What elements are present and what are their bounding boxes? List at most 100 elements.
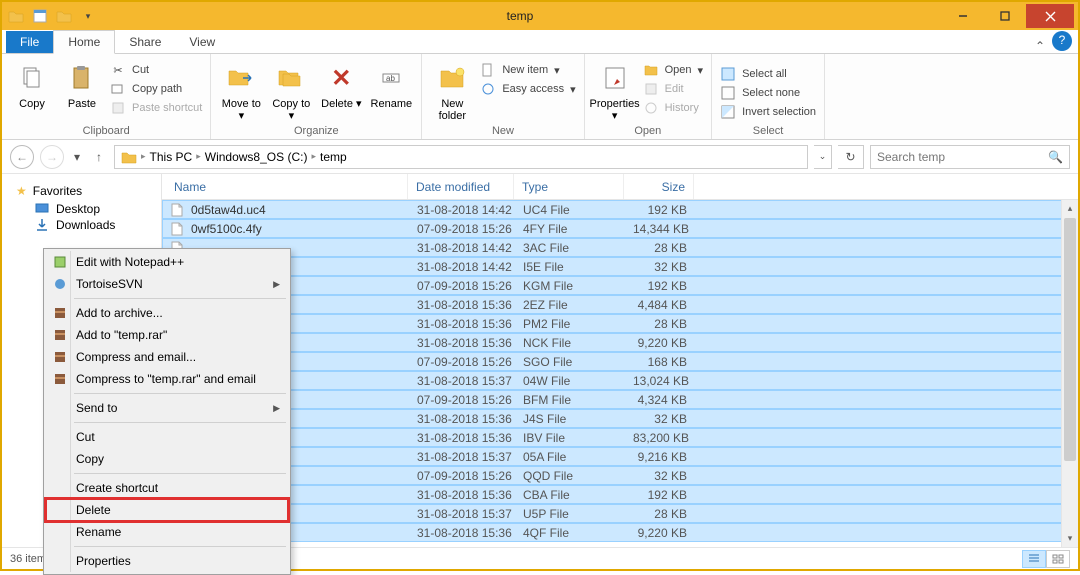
icons-view-button[interactable] bbox=[1046, 550, 1070, 568]
ctx-compress-temp-email[interactable]: Compress to "temp.rar" and email bbox=[46, 368, 288, 390]
ctx-cut[interactable]: Cut bbox=[46, 426, 288, 448]
select-none-button[interactable]: Select none bbox=[720, 85, 816, 101]
paste-button[interactable]: Paste bbox=[60, 58, 104, 110]
file-row[interactable]: 31-08-2018 14:42I5E File32 KB bbox=[162, 257, 1078, 276]
window-title: temp bbox=[98, 9, 942, 23]
ctx-properties[interactable]: Properties bbox=[46, 550, 288, 572]
invert-selection-button[interactable]: Invert selection bbox=[720, 104, 816, 120]
vertical-scrollbar[interactable]: ▴ ▾ bbox=[1061, 200, 1078, 547]
scroll-thumb[interactable] bbox=[1064, 218, 1076, 461]
ribbon-group-new: New folder New item ▾ Easy access ▾ New bbox=[422, 54, 584, 139]
ctx-create-shortcut[interactable]: Create shortcut bbox=[46, 477, 288, 499]
file-tab[interactable]: File bbox=[6, 31, 53, 53]
favorites-group[interactable]: ★Favorites bbox=[16, 184, 157, 198]
column-date[interactable]: Date modified bbox=[408, 174, 514, 199]
search-icon: 🔍 bbox=[1048, 150, 1063, 164]
ctx-tortoisesvn[interactable]: TortoiseSVN▶ bbox=[46, 273, 288, 295]
new-folder-icon[interactable] bbox=[54, 6, 74, 26]
back-button[interactable]: ← bbox=[10, 145, 34, 169]
properties-icon[interactable] bbox=[30, 6, 50, 26]
ctx-compress-email[interactable]: Compress and email... bbox=[46, 346, 288, 368]
separator bbox=[74, 473, 286, 474]
rename-button-ribbon[interactable]: abRename bbox=[369, 58, 413, 110]
up-button[interactable]: ↑ bbox=[90, 150, 108, 164]
nav-downloads[interactable]: Downloads bbox=[34, 218, 157, 232]
scissors-icon: ✂ bbox=[110, 62, 126, 78]
details-view-button[interactable] bbox=[1022, 550, 1046, 568]
share-tab[interactable]: Share bbox=[115, 31, 175, 53]
forward-button[interactable]: → bbox=[40, 145, 64, 169]
file-row[interactable]: 31-08-2018 15:36PM2 File28 KB bbox=[162, 314, 1078, 333]
breadcrumb-this-pc[interactable]: This PC▸ bbox=[150, 150, 201, 164]
file-row[interactable]: 31-08-2018 15:3704W File13,024 KB bbox=[162, 371, 1078, 390]
properties-button-ribbon[interactable]: Properties ▾ bbox=[593, 58, 637, 122]
new-item-button[interactable]: New item ▾ bbox=[480, 62, 575, 78]
file-row[interactable]: 31-08-2018 15:36NCK File9,220 KB bbox=[162, 333, 1078, 352]
separator bbox=[74, 393, 286, 394]
file-row[interactable]: 31-08-2018 15:37U5P File28 KB bbox=[162, 504, 1078, 523]
file-row[interactable]: 31-08-2018 15:364QF File9,220 KB bbox=[162, 523, 1078, 542]
scroll-up-button[interactable]: ▴ bbox=[1062, 200, 1078, 217]
ctx-add-temp-rar[interactable]: Add to "temp.rar" bbox=[46, 324, 288, 346]
file-row[interactable]: 31-08-2018 14:423AC File28 KB bbox=[162, 238, 1078, 257]
file-row[interactable]: 0wf5100c.4fy07-09-2018 15:264FY File14,3… bbox=[162, 219, 1078, 238]
copy-to-button[interactable]: Copy to ▾ bbox=[269, 58, 313, 122]
new-folder-button[interactable]: New folder bbox=[430, 58, 474, 122]
help-button[interactable]: ? bbox=[1052, 31, 1072, 51]
chevron-right-icon: ▶ bbox=[273, 403, 280, 414]
file-row[interactable]: 07-09-2018 15:26SGO File168 KB bbox=[162, 352, 1078, 371]
select-all-button[interactable]: Select all bbox=[720, 66, 816, 82]
notepadpp-icon bbox=[51, 253, 69, 271]
ctx-copy[interactable]: Copy bbox=[46, 448, 288, 470]
view-tab[interactable]: View bbox=[175, 31, 229, 53]
column-headers: Name Date modified Type Size bbox=[162, 174, 1078, 200]
file-row[interactable]: 31-08-2018 15:36IBV File83,200 KB bbox=[162, 428, 1078, 447]
history-icon bbox=[643, 100, 659, 116]
address-dropdown[interactable]: ⌄ bbox=[814, 145, 832, 169]
history-dropdown[interactable]: ▾ bbox=[70, 150, 84, 164]
refresh-button[interactable]: ↻ bbox=[838, 145, 864, 169]
column-size[interactable]: Size bbox=[624, 174, 694, 199]
open-icon bbox=[643, 62, 659, 78]
ctx-edit-notepadpp[interactable]: Edit with Notepad++ bbox=[46, 251, 288, 273]
copy-path-button[interactable]: Copy path bbox=[110, 81, 202, 97]
history-button[interactable]: History bbox=[643, 100, 703, 116]
delete-button-ribbon[interactable]: ✕Delete ▾ bbox=[319, 58, 363, 110]
column-type[interactable]: Type bbox=[514, 174, 624, 199]
column-name[interactable]: Name bbox=[162, 174, 408, 199]
move-to-button[interactable]: Move to ▾ bbox=[219, 58, 263, 122]
maximize-button[interactable] bbox=[984, 4, 1026, 28]
file-row[interactable]: 31-08-2018 15:36J4S File32 KB bbox=[162, 409, 1078, 428]
file-row[interactable]: 31-08-2018 15:362EZ File4,484 KB bbox=[162, 295, 1078, 314]
nav-desktop[interactable]: Desktop bbox=[34, 202, 157, 216]
context-menu: Edit with Notepad++ TortoiseSVN▶ Add to … bbox=[43, 248, 291, 575]
svg-text:ab: ab bbox=[386, 74, 395, 83]
minimize-button[interactable] bbox=[942, 4, 984, 28]
home-tab[interactable]: Home bbox=[53, 30, 115, 54]
collapse-ribbon-button[interactable]: ⌃ bbox=[1028, 39, 1052, 53]
paste-shortcut-button[interactable]: Paste shortcut bbox=[110, 100, 202, 116]
file-row[interactable]: 0d5taw4d.uc431-08-2018 14:42UC4 File192 … bbox=[162, 200, 1078, 219]
open-button[interactable]: Open ▾ bbox=[643, 62, 703, 78]
ctx-rename[interactable]: Rename bbox=[46, 521, 288, 543]
file-row[interactable]: 07-09-2018 15:26BFM File4,324 KB bbox=[162, 390, 1078, 409]
cut-button[interactable]: ✂Cut bbox=[110, 62, 202, 78]
breadcrumb-folder[interactable]: temp bbox=[320, 150, 347, 164]
ctx-send-to[interactable]: Send to▶ bbox=[46, 397, 288, 419]
breadcrumb-drive[interactable]: Windows8_OS (C:)▸ bbox=[205, 150, 316, 164]
file-row[interactable]: 31-08-2018 15:3705A File9,216 KB bbox=[162, 447, 1078, 466]
close-button[interactable] bbox=[1026, 4, 1074, 28]
edit-button[interactable]: Edit bbox=[643, 81, 703, 97]
easy-access-button[interactable]: Easy access ▾ bbox=[480, 81, 575, 97]
ctx-delete[interactable]: Delete bbox=[46, 499, 288, 521]
rar-icon bbox=[51, 370, 69, 388]
scroll-down-button[interactable]: ▾ bbox=[1062, 530, 1078, 547]
breadcrumb[interactable]: ▸ This PC▸ Windows8_OS (C:)▸ temp bbox=[114, 145, 808, 169]
file-row[interactable]: 31-08-2018 15:36CBA File192 KB bbox=[162, 485, 1078, 504]
qat-dropdown-icon[interactable]: ▾ bbox=[78, 6, 98, 26]
copy-button[interactable]: Copy bbox=[10, 58, 54, 110]
file-row[interactable]: 07-09-2018 15:26KGM File192 KB bbox=[162, 276, 1078, 295]
ctx-add-archive[interactable]: Add to archive... bbox=[46, 302, 288, 324]
file-row[interactable]: 07-09-2018 15:26QQD File32 KB bbox=[162, 466, 1078, 485]
search-input[interactable]: Search temp 🔍 bbox=[870, 145, 1070, 169]
